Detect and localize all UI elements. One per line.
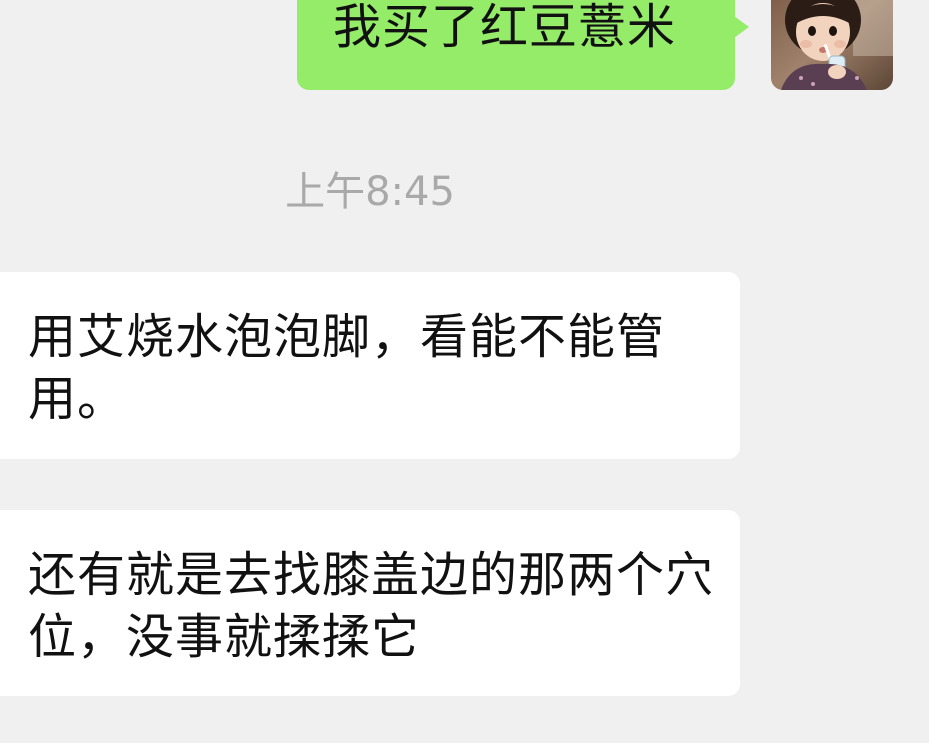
outgoing-message-bubble[interactable]: 我买了红豆薏米 [297, 0, 749, 90]
bubble-tail [734, 16, 749, 38]
message-timestamp: 上午8:45 [285, 169, 455, 215]
chat-message-area: 我买了红豆薏米 上午8:45 用艾烧水泡泡脚，看能不能管用。 还有就是去找膝盖边… [0, 0, 929, 743]
message-text: 还有就是去找膝盖边的那两个穴位，没事就揉揉它 [28, 547, 715, 665]
incoming-message-bubble[interactable]: 用艾烧水泡泡脚，看能不能管用。 [0, 272, 740, 459]
incoming-message-bubble[interactable]: 还有就是去找膝盖边的那两个穴位，没事就揉揉它 [0, 510, 740, 696]
message-text: 用艾烧水泡泡脚，看能不能管用。 [28, 309, 666, 427]
message-text: 我买了红豆薏米 [333, 0, 677, 55]
user-avatar[interactable] [771, 0, 893, 90]
avatar-photo-icon [771, 0, 893, 90]
